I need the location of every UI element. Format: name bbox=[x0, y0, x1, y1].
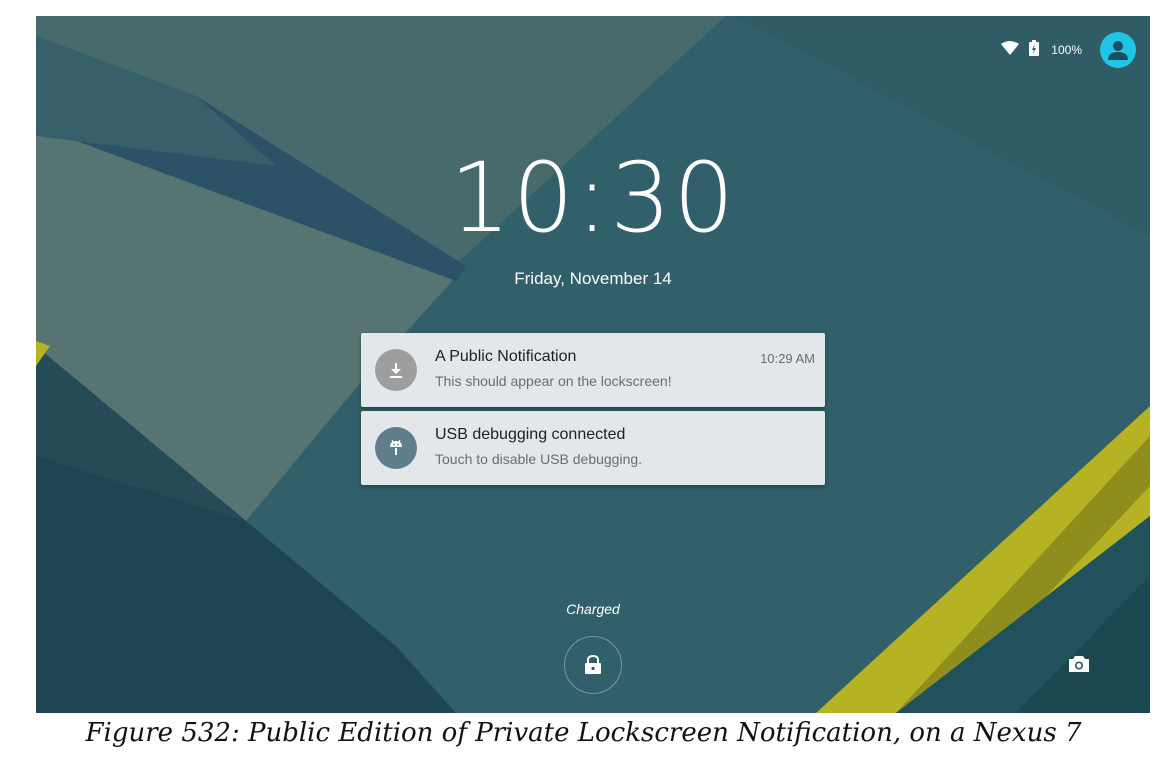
download-icon bbox=[375, 349, 417, 391]
notification-usb-debugging[interactable]: USB debugging connected Touch to disable… bbox=[361, 411, 825, 485]
clock: 10:30 bbox=[449, 142, 737, 254]
figure-caption: Figure 532: Public Edition of Private Lo… bbox=[85, 718, 1082, 748]
camera-button[interactable] bbox=[1064, 652, 1094, 676]
battery-percentage: 100% bbox=[1051, 43, 1082, 57]
date: Friday, November 14 bbox=[514, 269, 672, 288]
notification-time: 10:29 AM bbox=[760, 351, 815, 366]
battery-charging-icon bbox=[1029, 39, 1040, 61]
lockscreen: 100% 10:30 Friday, November 14 A Public … bbox=[36, 16, 1150, 713]
notification-title: A Public Notification bbox=[435, 348, 577, 365]
android-icon bbox=[375, 427, 417, 469]
lock-icon bbox=[585, 655, 601, 674]
camera-icon bbox=[1069, 656, 1089, 672]
status-bar: 100% bbox=[1001, 30, 1136, 70]
notification-text: This should appear on the lockscreen! bbox=[435, 373, 672, 389]
user-avatar-icon[interactable] bbox=[1100, 32, 1136, 68]
wifi-icon bbox=[1001, 40, 1020, 60]
notification-title: USB debugging connected bbox=[435, 426, 626, 443]
notification-public[interactable]: A Public Notification This should appear… bbox=[361, 333, 825, 407]
lock-button[interactable] bbox=[564, 636, 622, 694]
charging-status: Charged bbox=[566, 601, 620, 617]
notification-text: Touch to disable USB debugging. bbox=[435, 451, 643, 467]
